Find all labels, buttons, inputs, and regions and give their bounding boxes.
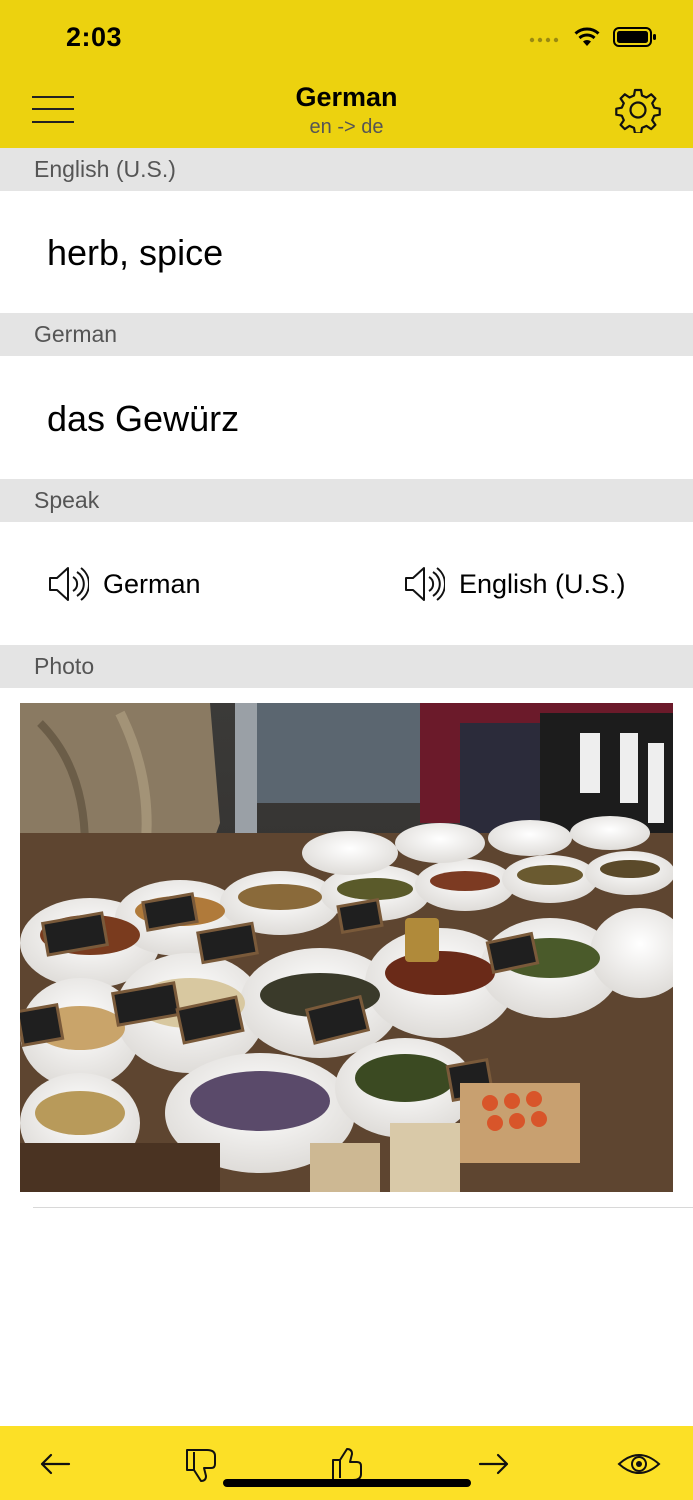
page-title: German: [295, 82, 398, 112]
target-language-header: German: [0, 313, 693, 356]
speak-header: Speak: [0, 479, 693, 522]
speaker-icon: [405, 567, 445, 601]
battery-icon: [613, 27, 656, 47]
speak-german-label: German: [103, 568, 201, 599]
back-arrow-icon[interactable]: [35, 1444, 75, 1484]
speak-english-button[interactable]: English (U.S.): [403, 562, 626, 606]
wifi-icon: [574, 27, 600, 46]
forward-arrow-icon[interactable]: [474, 1444, 514, 1484]
photo-header: Photo: [0, 645, 693, 688]
speaker-icon: [49, 567, 89, 601]
top-bar: 2:03 German en -> de: [0, 0, 693, 148]
home-indicator: [223, 1479, 471, 1487]
thumbs-up-icon[interactable]: [328, 1444, 368, 1484]
bottom-toolbar: [0, 1426, 693, 1500]
target-word: das Gewürz: [47, 398, 240, 439]
speak-german-button[interactable]: German: [47, 562, 201, 606]
spice-market-photo: [20, 703, 673, 1192]
thumbs-down-icon[interactable]: [182, 1444, 222, 1484]
divider: [33, 1207, 693, 1208]
source-word: herb, spice: [47, 232, 224, 273]
status-indicators: [529, 26, 657, 48]
language-direction: en -> de: [309, 116, 384, 138]
source-language-header: English (U.S.): [0, 148, 693, 191]
cellular-signal-icon: [529, 37, 559, 43]
eye-icon[interactable]: [617, 1444, 661, 1484]
gear-icon[interactable]: [615, 87, 661, 133]
speak-english-label: English (U.S.): [459, 568, 626, 599]
status-time: 2:03: [66, 22, 123, 52]
